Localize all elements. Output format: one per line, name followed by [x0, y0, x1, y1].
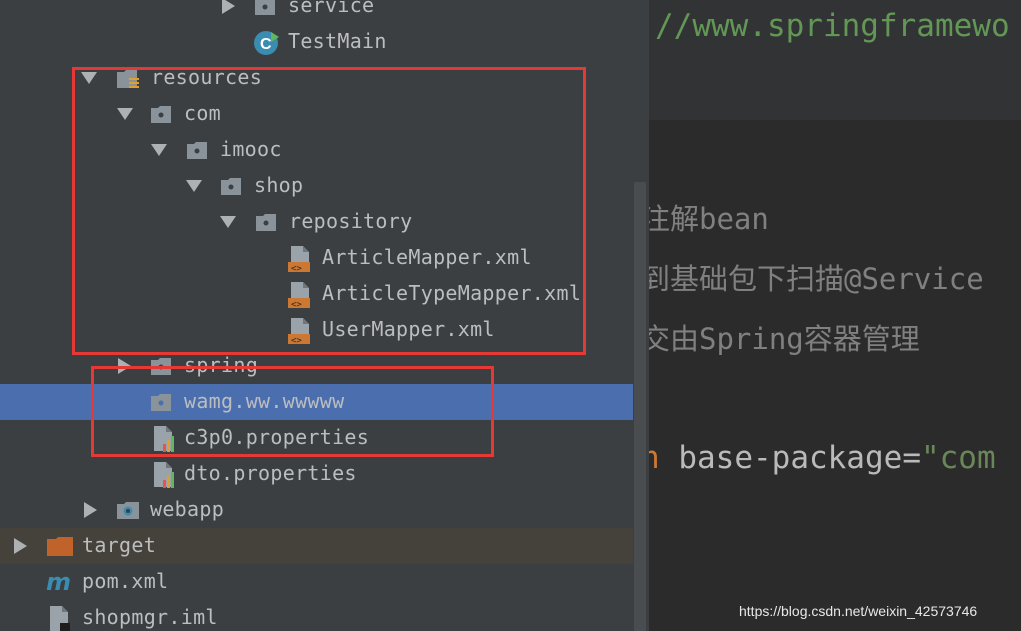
- code-comment-url: //www.springframewo: [655, 8, 1010, 44]
- tree-item-service[interactable]: service: [0, 0, 633, 24]
- code-comment-line: 注解bean: [649, 202, 769, 236]
- tree-item-label: webapp: [150, 497, 225, 521]
- tree-item-dto-properties[interactable]: dto.properties: [0, 456, 633, 492]
- tree-item-label: target: [82, 533, 157, 557]
- tree-item-label: pom.xml: [82, 569, 169, 593]
- tree-item-label: shopmgr.iml: [82, 605, 218, 629]
- tree-item-testmain[interactable]: C TestMain: [0, 24, 633, 60]
- code-comment-line: 到基础包下扫描@Service: [649, 262, 984, 296]
- code-attr-value: "com: [920, 440, 996, 476]
- code-editor[interactable]: //www.springframewo 注解bean 到基础包下扫描@Servi…: [649, 0, 1021, 631]
- maven-icon: m: [46, 568, 74, 596]
- properties-file-icon: [152, 461, 178, 489]
- chevron-right-icon[interactable]: [84, 502, 97, 518]
- tree-scrollbar-thumb[interactable]: [634, 182, 646, 631]
- tree-item-target[interactable]: target: [0, 528, 633, 564]
- annotation-box-resources: [72, 67, 586, 355]
- tree-item-pom-xml[interactable]: m pom.xml: [0, 564, 633, 600]
- tree-item-label: service: [288, 0, 375, 17]
- java-class-icon: C: [254, 30, 279, 55]
- tree-item-webapp[interactable]: webapp: [0, 492, 633, 528]
- iml-file-icon: [48, 605, 74, 631]
- code-comment-line: 交由Spring容器管理: [649, 322, 920, 356]
- tree-item-label: dto.properties: [184, 461, 357, 485]
- chevron-right-icon[interactable]: [222, 0, 235, 14]
- excluded-folder-icon: [46, 535, 74, 557]
- chevron-right-icon[interactable]: [14, 538, 27, 554]
- code-tag-fragment: n: [649, 440, 660, 476]
- code-attribute-line: n base-package="com: [649, 440, 996, 476]
- project-tree: service C TestMain resources com imooc s…: [0, 0, 633, 631]
- web-folder-icon: [116, 499, 139, 521]
- code-attr-eq: =: [902, 440, 921, 476]
- annotation-box-package: [91, 366, 494, 457]
- tree-item-label: TestMain: [288, 29, 387, 53]
- svg-text:m: m: [46, 568, 71, 596]
- watermark-text: https://blog.csdn.net/weixin_42573746: [739, 603, 978, 619]
- tree-item-shopmgr-iml[interactable]: shopmgr.iml: [0, 600, 633, 631]
- code-attr-name: base-package: [659, 440, 903, 476]
- svg-text:C: C: [260, 36, 272, 53]
- package-folder-icon: [254, 0, 276, 17]
